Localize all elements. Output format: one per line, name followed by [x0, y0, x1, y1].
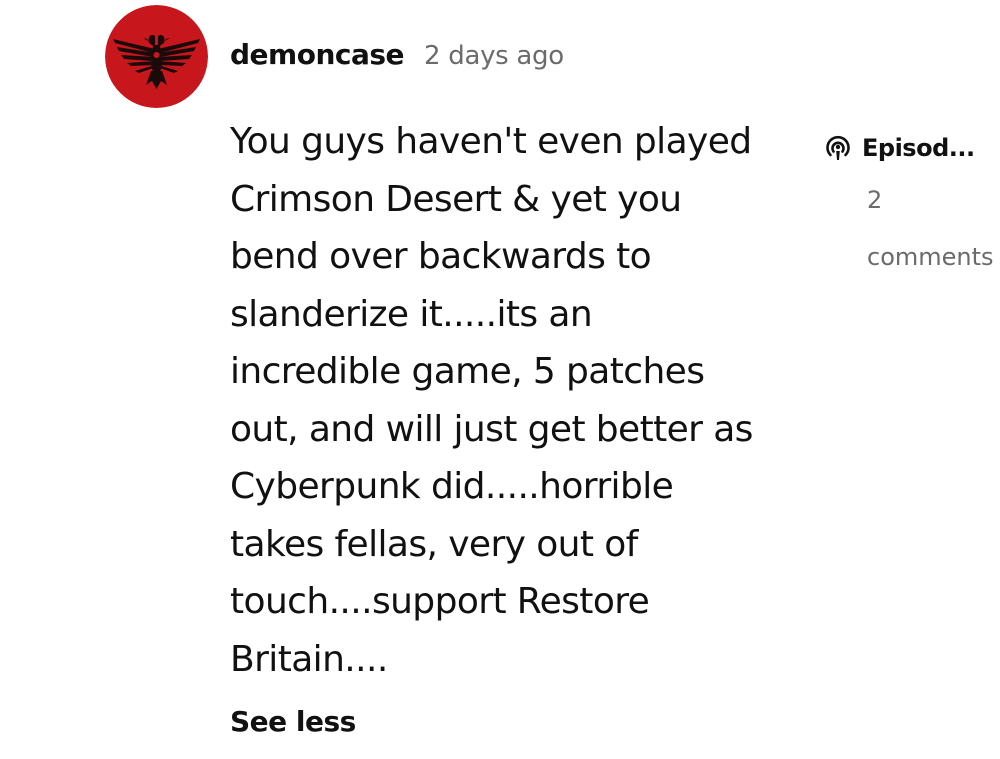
timestamp: 2 days ago: [424, 41, 564, 71]
comment-item: demoncase 2 days ago You guys haven't ev…: [0, 0, 1000, 759]
episode-comment-count-label: comments: [867, 243, 994, 271]
imperial-eagle-icon: [105, 5, 208, 108]
see-less-button[interactable]: See less: [230, 705, 356, 738]
podcast-icon: [822, 132, 854, 164]
episode-title-row[interactable]: Episod...: [822, 132, 975, 164]
episode-comment-count: 2: [867, 186, 883, 214]
comment-meta: demoncase 2 days ago: [230, 38, 564, 78]
episode-title[interactable]: Episod...: [862, 134, 975, 162]
username[interactable]: demoncase: [230, 38, 405, 71]
episode-link[interactable]: Episod... 2 comments: [822, 128, 1000, 288]
avatar[interactable]: [105, 5, 208, 108]
comment-body: You guys haven't even played Crimson Des…: [230, 121, 753, 680]
